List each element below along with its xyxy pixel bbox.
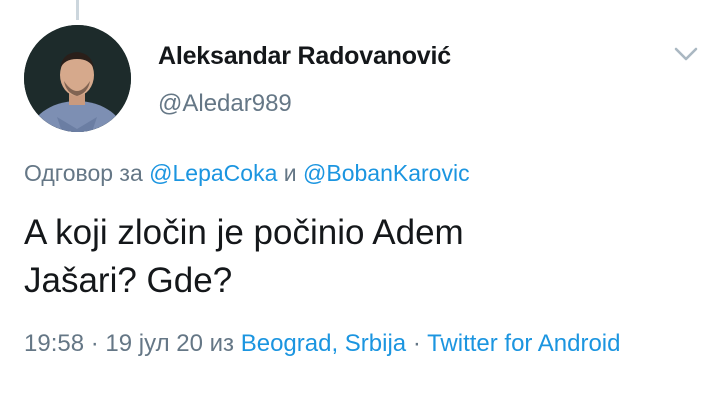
reply-prefix: Одговор за — [24, 160, 143, 186]
tweet-time[interactable]: 19:58 — [24, 330, 84, 357]
reply-conjunction: и — [283, 160, 297, 186]
reply-context: Одговор за @LepaCoka и @BobanKarovic — [24, 160, 470, 187]
tweet-text-line: Jašari? Gde? — [24, 261, 233, 300]
location-link[interactable]: Beograd, Srbija — [241, 330, 406, 357]
meta-from-label: из — [209, 330, 235, 357]
meta-separator: · — [90, 330, 99, 357]
avatar[interactable] — [24, 25, 131, 132]
tweet-text-line: A koji zločin je počinio Adem — [24, 213, 464, 252]
tweet-meta: 19:58 · 19 јул 20 из Beograd, Srbija · T… — [24, 325, 704, 363]
thread-connector-line — [76, 0, 79, 20]
mention-link-bobankarovic[interactable]: @BobanKarovic — [303, 160, 470, 186]
avatar-photo — [24, 25, 131, 132]
author-display-name[interactable]: Aleksandar Radovanović — [158, 42, 451, 71]
source-link[interactable]: Twitter for Android — [427, 330, 620, 357]
meta-separator: · — [412, 330, 421, 357]
mention-link-lepacoka[interactable]: @LepaCoka — [149, 160, 277, 186]
tweet-date[interactable]: 19 јул 20 — [105, 330, 203, 357]
author-handle[interactable]: @Aledar989 — [158, 90, 292, 118]
chevron-down-icon[interactable] — [672, 44, 700, 64]
tweet-text: A koji zločin je počinio Adem Jašari? Gd… — [24, 209, 684, 305]
